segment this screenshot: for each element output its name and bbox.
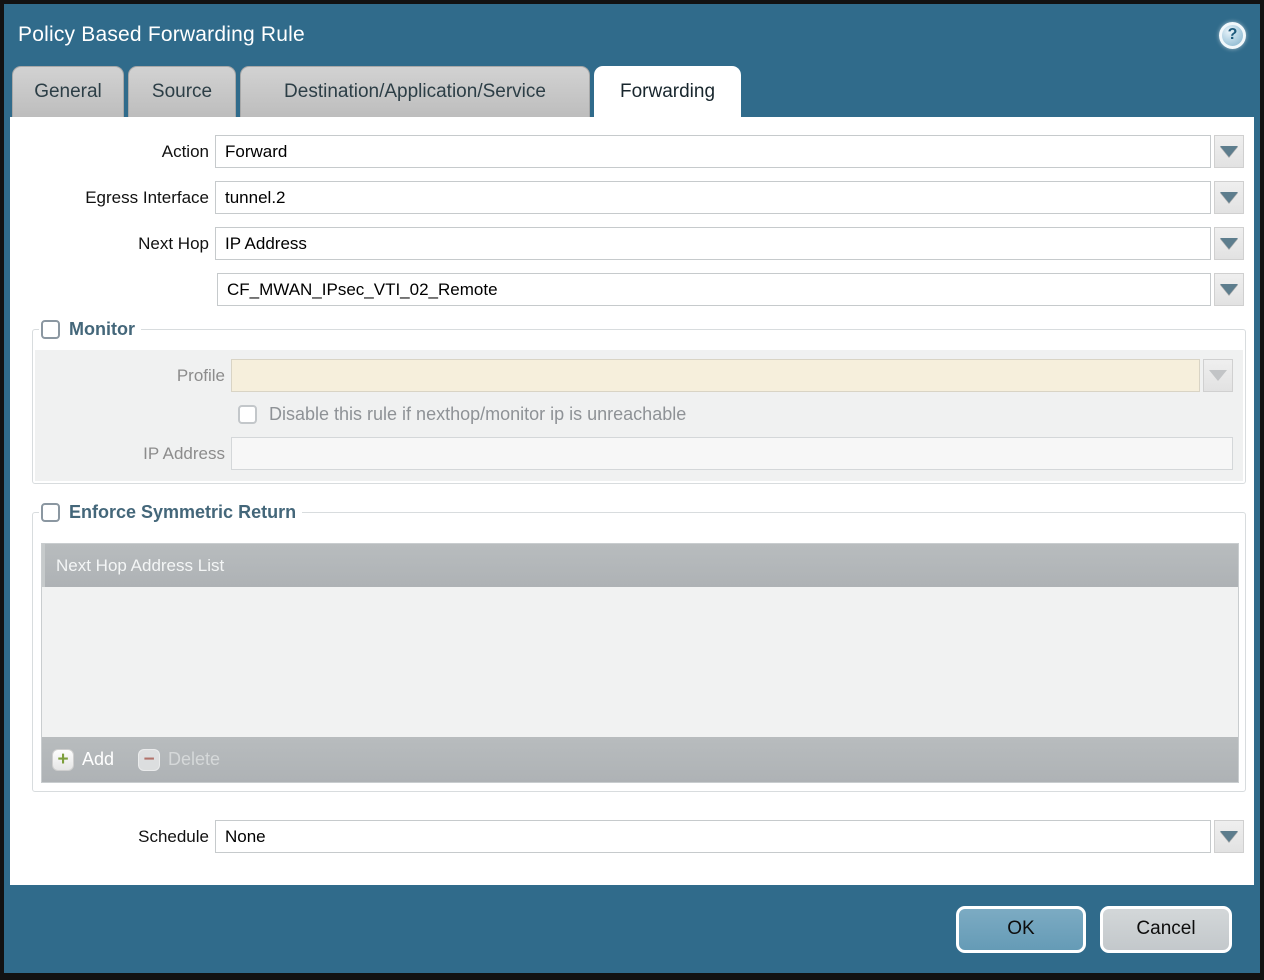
next-hop-row: Next Hop IP Address — [10, 227, 1254, 260]
dialog-titlebar: Policy Based Forwarding Rule ? — [4, 4, 1260, 66]
monitor-ip-address-row: IP Address — [35, 437, 1243, 470]
plus-icon: + — [52, 749, 74, 771]
chevron-down-icon — [1209, 370, 1227, 381]
profile-select — [231, 359, 1200, 392]
chevron-down-icon — [1220, 238, 1238, 249]
action-select[interactable]: Forward — [215, 135, 1211, 168]
monitor-ip-address-input — [231, 437, 1233, 470]
tab-source-label: Source — [152, 81, 212, 103]
ok-button[interactable]: OK — [956, 906, 1086, 953]
action-row: Action Forward — [10, 135, 1254, 168]
profile-label: Profile — [35, 366, 225, 386]
enforce-symmetric-return-fieldset: Enforce Symmetric Return Next Hop Addres… — [32, 502, 1246, 792]
action-dropdown-button[interactable] — [1214, 135, 1244, 168]
enforce-symmetric-return-label: Enforce Symmetric Return — [69, 502, 296, 523]
monitor-legend: Monitor — [39, 319, 141, 340]
profile-row: Profile — [35, 359, 1243, 392]
tab-general-label: General — [34, 81, 102, 103]
delete-button-label: Delete — [168, 749, 220, 770]
next-hop-dropdown-button[interactable] — [1214, 227, 1244, 260]
enforce-symmetric-return-checkbox[interactable] — [41, 503, 60, 522]
add-button[interactable]: + Add — [52, 749, 114, 771]
disable-rule-label: Disable this rule if nexthop/monitor ip … — [269, 404, 686, 425]
add-button-label: Add — [82, 749, 114, 770]
dialog-footer: OK Cancel — [4, 885, 1260, 973]
monitor-fieldset: Monitor Profile Disable this rule if nex… — [32, 319, 1246, 484]
enforce-symmetric-return-legend: Enforce Symmetric Return — [39, 502, 302, 523]
monitor-ip-address-label: IP Address — [35, 444, 225, 464]
action-label: Action — [10, 142, 209, 162]
monitor-checkbox[interactable] — [41, 320, 60, 339]
next-hop-address-list-toolbar: + Add − Delete — [42, 737, 1238, 782]
tab-forwarding-label: Forwarding — [620, 81, 715, 103]
egress-interface-label: Egress Interface — [10, 188, 209, 208]
forwarding-tab-panel: Action Forward Egress Interface tunnel.2… — [10, 117, 1254, 885]
tab-source[interactable]: Source — [128, 66, 236, 117]
next-hop-address-dropdown-button[interactable] — [1214, 273, 1244, 306]
egress-interface-dropdown-button[interactable] — [1214, 181, 1244, 214]
tab-bar: General Source Destination/Application/S… — [4, 66, 1260, 117]
next-hop-select[interactable]: IP Address — [215, 227, 1211, 260]
profile-dropdown-button — [1203, 359, 1233, 392]
dialog-title: Policy Based Forwarding Rule — [18, 23, 1219, 47]
chevron-down-icon — [1220, 831, 1238, 842]
tab-destination-application-service[interactable]: Destination/Application/Service — [240, 66, 590, 117]
tab-destination-application-service-label: Destination/Application/Service — [284, 81, 546, 103]
next-hop-address-list-body[interactable] — [42, 587, 1238, 737]
schedule-row: Schedule None — [10, 820, 1254, 853]
schedule-select[interactable]: None — [215, 820, 1211, 853]
schedule-dropdown-button[interactable] — [1214, 820, 1244, 853]
chevron-down-icon — [1220, 192, 1238, 203]
delete-button: − Delete — [138, 749, 220, 771]
next-hop-address-row: CF_MWAN_IPsec_VTI_02_Remote — [10, 273, 1254, 306]
next-hop-address-list-table: Next Hop Address List + Add − Delete — [41, 543, 1239, 783]
monitor-legend-label: Monitor — [69, 319, 135, 340]
cancel-button[interactable]: Cancel — [1100, 906, 1232, 953]
next-hop-label: Next Hop — [10, 234, 209, 254]
tab-general[interactable]: General — [12, 66, 124, 117]
next-hop-address-select[interactable]: CF_MWAN_IPsec_VTI_02_Remote — [217, 273, 1211, 306]
help-icon[interactable]: ? — [1219, 22, 1246, 49]
egress-interface-select[interactable]: tunnel.2 — [215, 181, 1211, 214]
policy-based-forwarding-dialog: Policy Based Forwarding Rule ? General S… — [4, 4, 1260, 973]
schedule-label: Schedule — [10, 827, 209, 847]
tab-forwarding[interactable]: Forwarding — [594, 66, 741, 117]
egress-interface-row: Egress Interface tunnel.2 — [10, 181, 1254, 214]
chevron-down-icon — [1220, 284, 1238, 295]
minus-icon: − — [138, 749, 160, 771]
monitor-panel: Profile Disable this rule if nexthop/mon… — [35, 350, 1243, 481]
disable-rule-checkbox — [238, 405, 257, 424]
chevron-down-icon — [1220, 146, 1238, 157]
next-hop-address-list-header: Next Hop Address List — [42, 544, 1238, 587]
disable-rule-row: Disable this rule if nexthop/monitor ip … — [238, 404, 1243, 425]
